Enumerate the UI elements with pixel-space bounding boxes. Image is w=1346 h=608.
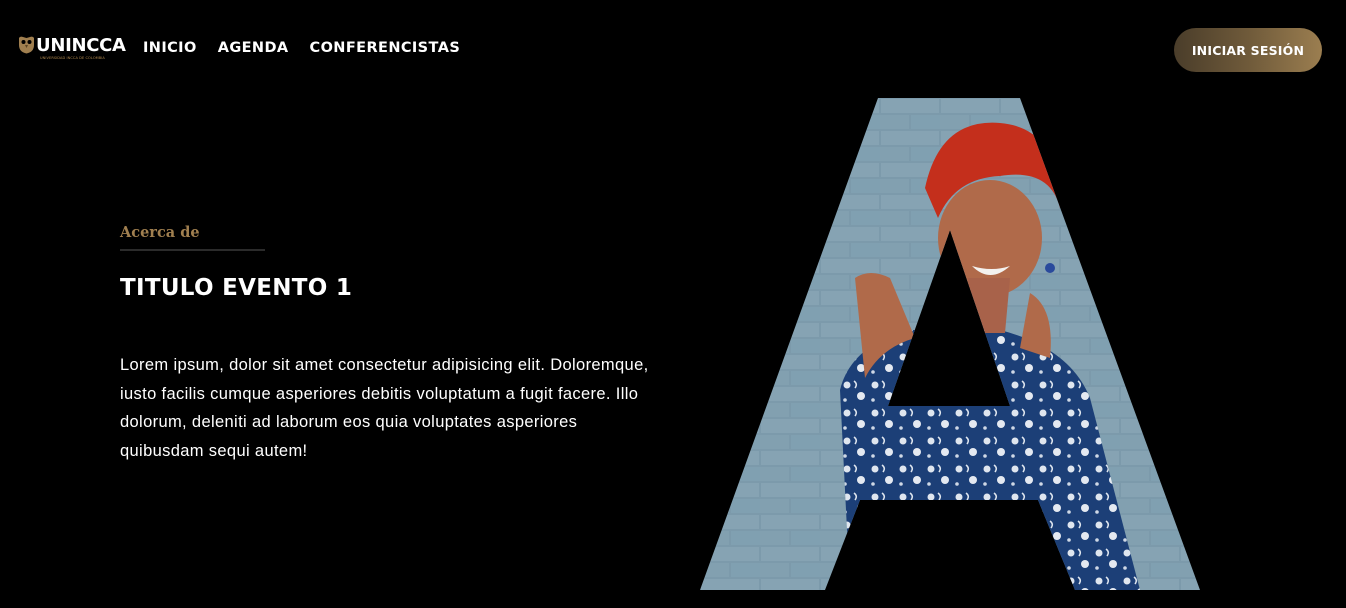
event-title: TITULO EVENTO 1 <box>120 275 353 301</box>
main-nav: INICIO AGENDA CONFERENCISTAS <box>143 40 460 56</box>
event-description: Lorem ipsum, dolor sit amet consectetur … <box>120 356 649 460</box>
brand-name: UNINCCA <box>36 35 126 56</box>
nav-link-conferencistas[interactable]: CONFERENCISTAS <box>310 40 461 56</box>
nav-link-agenda[interactable]: AGENDA <box>218 40 289 56</box>
letter-a-photo-mask-icon <box>700 98 1200 590</box>
about-section: Acerca de TITULO EVENTO 1 Lorem ipsum, d… <box>120 222 660 465</box>
brand-tagline: UNIVERSIDAD INCCA DE COLOMBIA <box>40 56 105 60</box>
unincca-logo[interactable]: UNINCCA UNIVERSIDAD INCCA DE COLOMBIA <box>18 36 126 66</box>
owl-crest-icon <box>19 36 34 54</box>
nav-link-inicio[interactable]: INICIO <box>143 40 197 56</box>
section-eyebrow: Acerca de <box>120 224 200 241</box>
eyebrow-divider <box>120 249 265 251</box>
site-header: UNINCCA UNIVERSIDAD INCCA DE COLOMBIA IN… <box>0 0 1346 100</box>
login-button[interactable]: INICIAR SESIÓN <box>1174 28 1322 72</box>
hero-letter-a-image <box>700 98 1200 590</box>
